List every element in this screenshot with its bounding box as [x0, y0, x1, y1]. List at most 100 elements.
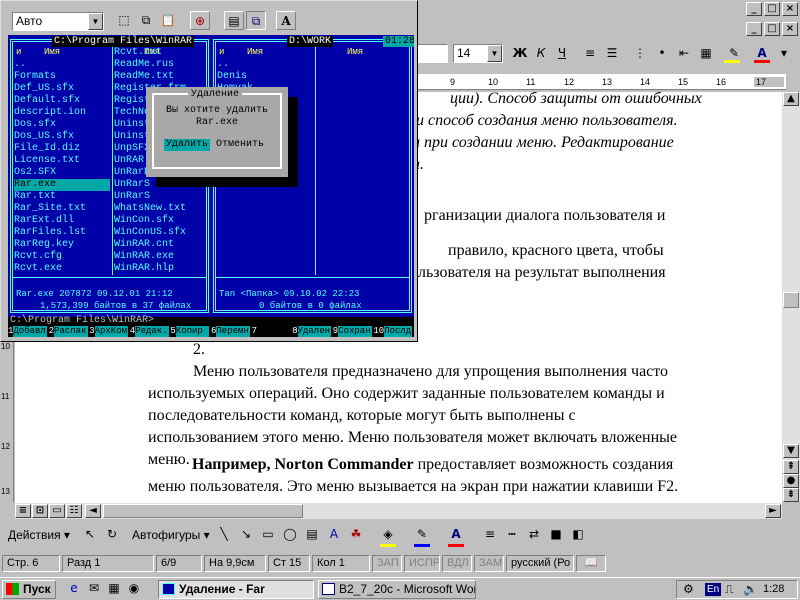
selected-file-item[interactable]: Rar.exe [14, 179, 110, 191]
properties-icon[interactable]: ▤ [224, 11, 244, 30]
dash-style-icon[interactable]: ┅ [502, 525, 522, 544]
vertical-scrollbar[interactable]: ▲ ▼ ⇞ ● ⇟ [782, 92, 800, 502]
word-close-button[interactable]: × [782, 2, 798, 16]
page-view-icon[interactable]: ▭ [49, 504, 65, 518]
actions-menu[interactable]: Действия ▾ [8, 528, 70, 542]
next-page-icon[interactable]: ⇟ [783, 488, 799, 502]
volume-icon[interactable]: 🔈 [743, 582, 758, 596]
arrow-icon[interactable]: ↘ [236, 525, 256, 544]
word-minimize-button[interactable]: _ [746, 2, 762, 16]
bold-button[interactable]: Ж [510, 44, 530, 63]
file-item[interactable]: Rar_Site.txt [14, 203, 110, 215]
chevron-down-icon[interactable]: ▾ [774, 44, 794, 63]
command-line[interactable]: C:\Program Files\WinRAR> [10, 316, 154, 326]
file-item[interactable]: WinConUS.sfx [114, 227, 208, 239]
border-icon[interactable]: ▦ [696, 44, 716, 63]
file-item[interactable]: RarExt.dll [14, 215, 110, 227]
function-key[interactable]: 2Распак [48, 326, 90, 337]
status-trk[interactable]: ИСПР [404, 555, 440, 572]
file-item[interactable]: Rcvt.cfg [14, 251, 110, 263]
function-key[interactable]: 10Послдн [373, 326, 414, 337]
spelling-status-icon[interactable]: 📖 [576, 555, 606, 572]
file-item[interactable]: Default.sfx [14, 95, 110, 107]
underline-button[interactable]: Ч [552, 44, 572, 63]
3d-icon[interactable]: ◧ [568, 525, 588, 544]
file-item[interactable]: License.txt [14, 155, 110, 167]
file-item[interactable]: .. [14, 59, 110, 71]
function-key[interactable]: 1Добавл [8, 326, 49, 337]
function-key[interactable]: 6Перемн [211, 326, 252, 337]
italic-button[interactable]: К [531, 44, 551, 63]
select-browse-object-icon[interactable]: ● [783, 474, 799, 488]
line-style-icon[interactable]: ≡ [480, 525, 500, 544]
clipart-icon[interactable]: ☘ [346, 525, 366, 544]
font-name-combo[interactable] [418, 44, 448, 63]
file-item[interactable]: Rar.txt [14, 191, 110, 203]
file-item[interactable]: WhatsNew.txt [114, 203, 208, 215]
parent-dir-item[interactable]: .. [217, 59, 229, 71]
align-left-icon[interactable]: ≡ [580, 44, 600, 63]
free-rotate-icon[interactable]: ↻ [102, 525, 122, 544]
wordart-icon[interactable]: A [324, 525, 344, 544]
delete-button[interactable]: Удалить [164, 139, 211, 151]
background-icon[interactable]: ⧉ [246, 11, 266, 30]
bullets-icon[interactable]: • [652, 44, 672, 63]
scroll-left-icon[interactable]: ◄ [85, 504, 101, 518]
folder-item[interactable]: Denis [217, 71, 247, 83]
file-item[interactable]: ReadMe.txt [114, 71, 208, 83]
font-color-icon[interactable]: A [446, 525, 466, 544]
function-key[interactable]: 3АрхКом [89, 326, 130, 337]
scroll-right-icon[interactable]: ► [765, 504, 781, 518]
file-item[interactable]: RarFiles.lst [14, 227, 110, 239]
status-ovr[interactable]: ЗАМ [474, 555, 504, 572]
task-far[interactable]: Удаление - Far [158, 580, 314, 599]
numbering-icon[interactable]: ⋮ [630, 44, 650, 63]
font-size-combo[interactable]: Авто ▼ [12, 12, 104, 31]
function-key[interactable]: 8Удален [292, 326, 333, 337]
file-item[interactable]: Os2.SFX [14, 167, 110, 179]
horizontal-ruler[interactable]: 9 10 11 12 13 14 15 16 17 [414, 74, 786, 90]
file-item[interactable]: WinRAR.cnt [114, 239, 208, 251]
outline-view-icon[interactable]: ☷ [66, 504, 82, 518]
copy-icon[interactable]: ⧉ [136, 11, 156, 30]
file-item[interactable]: ReadMe.rus [114, 59, 208, 71]
font-button[interactable]: A [276, 11, 296, 30]
status-rec[interactable]: ЗАП [372, 555, 402, 572]
file-item[interactable]: descript.ion [14, 107, 110, 119]
line-color-icon[interactable]: ✎ [412, 525, 432, 544]
hscroll-thumb[interactable] [103, 504, 303, 518]
mark-icon[interactable]: ⬚ [114, 11, 134, 30]
shadow-icon[interactable]: ■ [546, 525, 566, 544]
file-item[interactable]: Dos_US.sfx [14, 131, 110, 143]
file-item[interactable]: UnRarS [114, 191, 208, 203]
chevron-down-icon[interactable]: ▼ [88, 13, 103, 30]
status-ext[interactable]: ВДЛ [442, 555, 472, 572]
file-item[interactable]: Rcvt.exe [14, 263, 110, 275]
prev-page-icon[interactable]: ⇞ [783, 460, 799, 474]
function-key[interactable]: 5Копир [170, 326, 211, 337]
internet-explorer-icon[interactable]: e [64, 579, 84, 598]
network-icon[interactable]: ⎍ [725, 582, 733, 597]
file-item[interactable]: File_Id.diz [14, 143, 110, 155]
tray-app-icon[interactable]: ⚙ [683, 582, 694, 596]
scroll-thumb[interactable] [783, 292, 799, 308]
doc-restore-button[interactable]: □ [764, 22, 780, 36]
arrow-style-icon[interactable]: ⇄ [524, 525, 544, 544]
doc-close-button[interactable]: × [782, 22, 798, 36]
rectangle-icon[interactable]: ▭ [258, 525, 278, 544]
word-maximize-button[interactable]: □ [764, 2, 780, 16]
fill-color-icon[interactable]: ◈ [378, 525, 398, 544]
language-indicator[interactable]: En [705, 583, 722, 596]
scroll-down-icon[interactable]: ▼ [783, 444, 799, 458]
textbox-icon[interactable]: ▤ [302, 525, 322, 544]
line-icon[interactable]: ╲ [214, 525, 234, 544]
file-item[interactable]: WinCon.sfx [114, 215, 208, 227]
decrease-indent-icon[interactable]: ⇤ [674, 44, 694, 63]
chevron-down-icon[interactable]: ▼ [487, 45, 502, 62]
select-arrow-icon[interactable]: ↖ [80, 525, 100, 544]
outlook-icon[interactable]: ✉ [84, 579, 104, 598]
file-item[interactable]: Def_US.sfx [14, 83, 110, 95]
file-item[interactable]: WinRAR.hlp [114, 263, 208, 275]
desktop-icon[interactable]: ▦ [104, 579, 124, 598]
channels-icon[interactable]: ◉ [124, 579, 144, 598]
